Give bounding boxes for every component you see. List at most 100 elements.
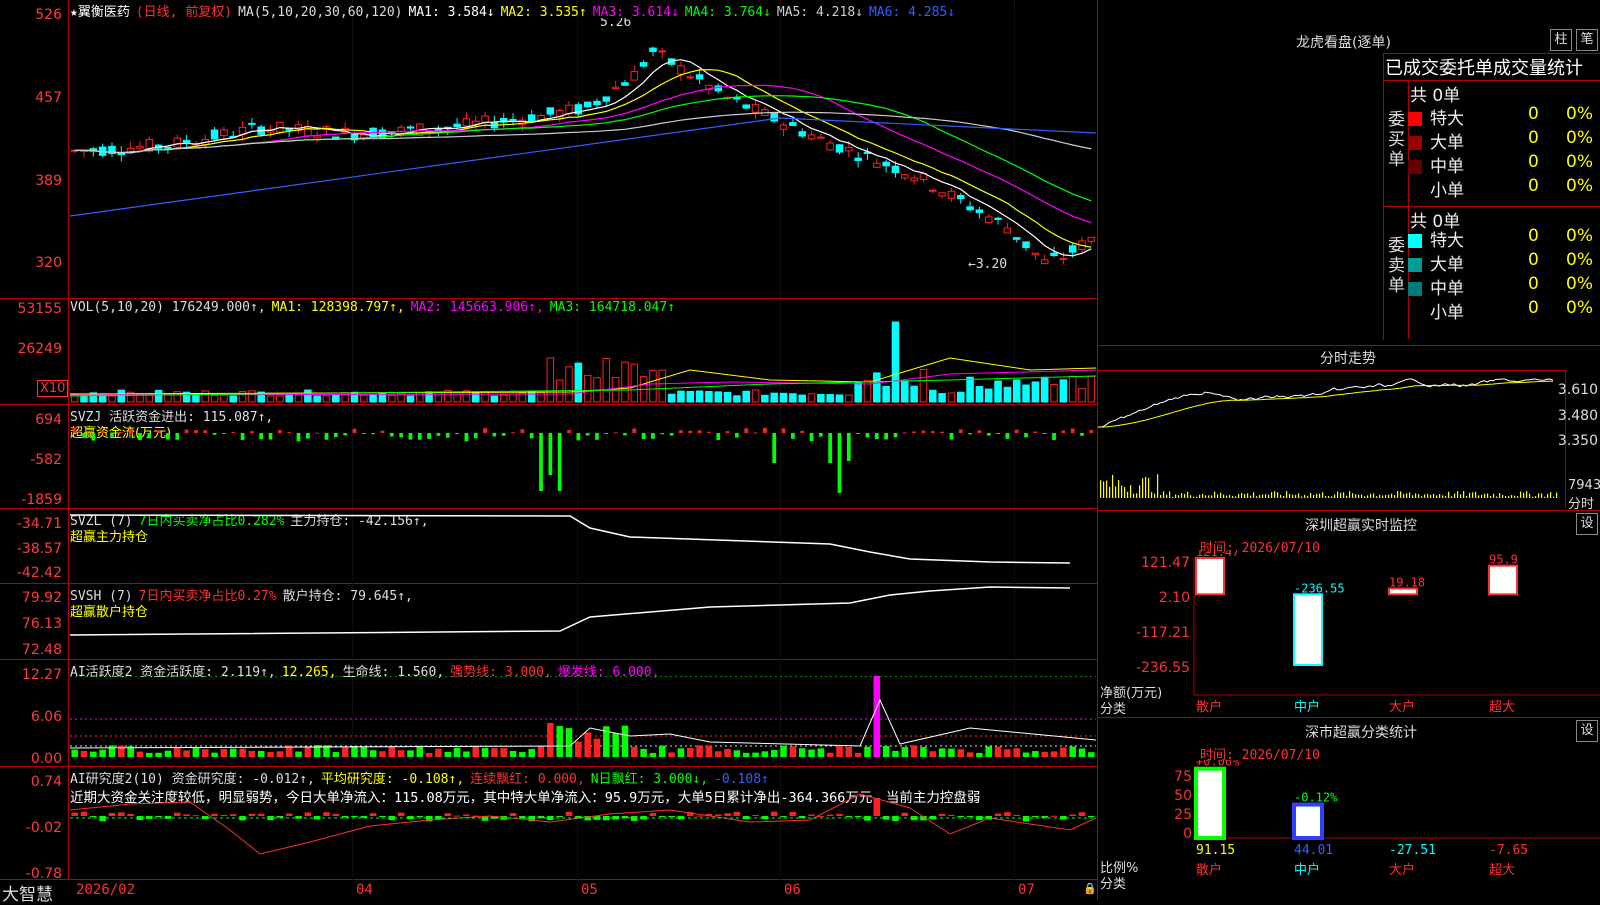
sz-monitor-value-label: -236.55 <box>1294 581 1345 595</box>
header-value: MA2: 145663.906↑, <box>410 300 544 315</box>
y-tick-label: 389 <box>35 173 62 189</box>
intraday-volume-bar <box>1172 496 1174 498</box>
research-bar <box>948 814 955 816</box>
activity-bar <box>304 747 312 757</box>
panel-separator <box>0 879 1098 880</box>
sz-monitor-bar <box>1488 564 1518 596</box>
flow-bar <box>222 433 226 434</box>
volume-bar <box>574 362 583 403</box>
chart-area[interactable]: ★翼衡医药 (日线, 前复权) MA(5,10,20,30,60,120) MA1: … <box>0 0 1100 905</box>
volume-bar <box>248 390 256 403</box>
candle-body <box>742 104 750 109</box>
low-marker: ←3.20 <box>968 257 1007 272</box>
intraday-volume-bar <box>1319 493 1321 498</box>
research-bar <box>211 813 218 816</box>
sz-class-category-label: 超大 <box>1489 863 1515 878</box>
activity-bar <box>220 749 228 757</box>
volume-bar <box>481 391 489 403</box>
volume-chart[interactable] <box>70 318 1096 403</box>
activity-bar <box>910 745 918 757</box>
activity-bar <box>360 747 368 757</box>
sz-class-settings-button[interactable]: 设 <box>1576 720 1598 742</box>
activity-bar <box>90 751 97 757</box>
candle-body <box>770 112 778 122</box>
candlestick-chart[interactable]: 5.26 ←3.20 <box>70 18 1096 296</box>
research-bar <box>1088 816 1095 817</box>
sz-class-chart[interactable]: +0.06% 91.15 散户 -0.12% 44.01 中户 -27.51 大户 -7.65 超… <box>1098 760 1600 900</box>
sz-monitor-settings-button[interactable]: 设 <box>1576 513 1598 535</box>
research-bar <box>351 816 358 817</box>
volume-bar <box>1078 388 1086 403</box>
panel-separator <box>0 659 1098 660</box>
bar-mode-button[interactable]: 柱 <box>1550 29 1572 51</box>
intraday-volume-bar <box>1202 493 1204 498</box>
ai-active-chart[interactable] <box>70 676 1096 765</box>
order-row: 小单 0 0% <box>1408 298 1598 323</box>
candle <box>863 148 872 160</box>
ma-line <box>74 84 1092 224</box>
activity-bar <box>631 746 638 757</box>
pen-mode-button[interactable]: 笔 <box>1576 29 1598 51</box>
volume-bar <box>779 392 788 403</box>
intraday-volume-bar <box>1520 491 1522 498</box>
month-label: 2026/02 <box>76 882 136 898</box>
activity-bar <box>1050 751 1058 757</box>
candle <box>630 65 639 81</box>
panel-separator <box>0 766 1098 767</box>
flow-bar <box>82 433 86 438</box>
candle <box>1031 252 1040 261</box>
main-holding-chart[interactable] <box>70 510 1096 582</box>
volume-bar <box>1012 379 1021 403</box>
activity-bar <box>183 750 190 757</box>
intraday-volume-bar <box>1250 495 1252 498</box>
intraday-volume-bar <box>1505 496 1507 498</box>
order-row: 特大 0 0% <box>1408 226 1598 251</box>
ai-research-chart[interactable] <box>70 790 1096 878</box>
volume-bar <box>789 393 797 403</box>
candle-body <box>1040 259 1049 265</box>
flow-bar <box>660 433 665 435</box>
candle-body <box>901 174 909 179</box>
month-label: 04 <box>356 882 373 898</box>
candle-body <box>1012 237 1021 240</box>
research-bar <box>155 816 162 817</box>
research-bar <box>80 811 88 816</box>
volume-bar <box>425 391 433 403</box>
order-percent: 0% <box>1566 104 1593 124</box>
research-bar <box>304 812 312 816</box>
lock-icon[interactable]: 🔒 <box>1083 882 1097 895</box>
activity-bar <box>407 750 414 757</box>
retail-holding-chart[interactable] <box>70 585 1096 658</box>
flow-bar <box>921 430 926 433</box>
activity-bar <box>584 732 591 757</box>
intraday-volume-bar <box>1178 495 1180 498</box>
sz-monitor-chart[interactable]: 121.47 散户 -236.55 中户 19.18 大户 95.9 超大 <box>1098 550 1600 716</box>
research-bar <box>379 816 386 817</box>
candle-body <box>136 145 144 149</box>
panel-separator <box>0 404 1098 405</box>
intraday-volume-bar <box>1457 491 1459 498</box>
sz-class-category-label: 大户 <box>1389 862 1415 878</box>
intraday-volume-bar <box>1187 491 1189 498</box>
candle <box>975 206 984 219</box>
intraday-volume-bar <box>1514 495 1516 498</box>
header-value: 连续飘红: 0.000, <box>470 772 585 787</box>
fund-flow-chart[interactable] <box>70 420 1096 506</box>
activity-bar <box>985 746 993 757</box>
y-tick-label: 457 <box>35 90 62 106</box>
dragon-title: 龙虎看盘(逐单) <box>1296 35 1391 51</box>
activity-bar <box>714 751 722 757</box>
intraday-chart[interactable] <box>1098 371 1566 509</box>
activity-bar <box>509 750 517 757</box>
order-stats-title: 已成交委托单成交量统计 <box>1385 58 1583 79</box>
candle <box>117 146 126 162</box>
candle-body <box>835 144 844 153</box>
volume-bar <box>695 390 704 403</box>
intraday-volume-bar <box>1463 491 1465 498</box>
y-tick-label: 53155 <box>17 301 62 317</box>
activity-bar <box>528 749 535 757</box>
volume-bar <box>369 393 377 403</box>
sz-monitor-value-label: 121.47 <box>1196 550 1239 559</box>
volume-bar <box>835 394 844 403</box>
candle-body <box>1031 252 1040 256</box>
